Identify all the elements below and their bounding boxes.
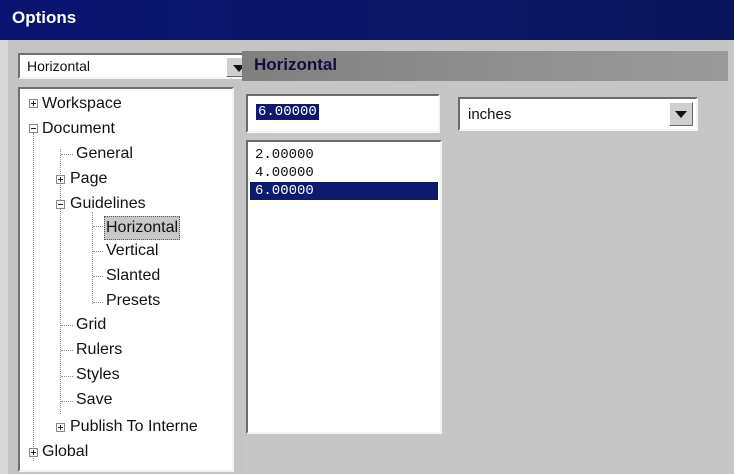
tree-line — [60, 149, 61, 414]
tree-item-global[interactable]: Global — [42, 441, 88, 463]
expand-icon[interactable] — [29, 99, 38, 108]
expand-icon[interactable] — [29, 448, 38, 457]
tree-item-slanted[interactable]: Slanted — [106, 265, 160, 287]
options-tree[interactable]: Workspace Document General Page Guidelin… — [18, 87, 234, 472]
pane-header: Horizontal — [242, 51, 728, 81]
tree-item-guidelines[interactable]: Guidelines — [70, 193, 146, 215]
tree-item-workspace[interactable]: Workspace — [42, 93, 122, 115]
window-left-border — [0, 40, 8, 474]
chevron-down-icon — [675, 111, 687, 118]
category-dropdown-value: Horizontal — [27, 58, 91, 74]
window-title: Options — [12, 8, 77, 27]
tree-line — [61, 350, 73, 351]
tree-item-rulers[interactable]: Rulers — [76, 339, 122, 361]
units-dropdown-button[interactable] — [669, 102, 693, 126]
units-dropdown[interactable]: inches — [458, 97, 698, 131]
tree-line — [93, 276, 103, 277]
pane-title: Horizontal — [254, 55, 338, 74]
guidelines-list[interactable]: 2.00000 4.00000 6.00000 — [246, 140, 442, 434]
tree-item-grid[interactable]: Grid — [76, 314, 106, 336]
units-dropdown-value: inches — [468, 106, 512, 123]
tree-item-general[interactable]: General — [76, 143, 133, 165]
tree-item-styles[interactable]: Styles — [76, 364, 120, 386]
guideline-value-text: 6.00000 — [256, 104, 319, 120]
title-bar: Options — [0, 0, 734, 40]
list-item-selected[interactable]: 6.00000 — [250, 182, 438, 200]
guideline-value-input[interactable]: 6.00000 — [246, 94, 440, 133]
tree-item-vertical[interactable]: Vertical — [106, 240, 158, 262]
tree-line — [61, 401, 73, 402]
collapse-icon[interactable] — [56, 200, 65, 209]
list-item[interactable]: 2.00000 — [250, 146, 438, 164]
tree-item-document[interactable]: Document — [42, 118, 115, 140]
tree-item-publish-to-internet[interactable]: Publish To Interne — [70, 416, 198, 438]
expand-icon[interactable] — [56, 175, 65, 184]
tree-item-horizontal[interactable]: Horizontal — [104, 216, 181, 240]
category-dropdown[interactable]: Horizontal — [18, 53, 254, 79]
collapse-icon[interactable] — [29, 124, 38, 133]
tree-item-presets[interactable]: Presets — [106, 290, 160, 312]
tree-line — [61, 154, 73, 155]
tree-line — [93, 226, 103, 227]
tree-item-save[interactable]: Save — [76, 389, 112, 411]
window-right-border — [728, 40, 734, 474]
tree-line — [33, 133, 34, 461]
tree-line — [93, 251, 103, 252]
tree-item-page[interactable]: Page — [70, 168, 107, 190]
tree-line — [61, 376, 73, 377]
tree-line — [61, 325, 73, 326]
expand-icon[interactable] — [56, 423, 65, 432]
list-item[interactable]: 4.00000 — [250, 164, 438, 182]
tree-line — [93, 302, 103, 303]
